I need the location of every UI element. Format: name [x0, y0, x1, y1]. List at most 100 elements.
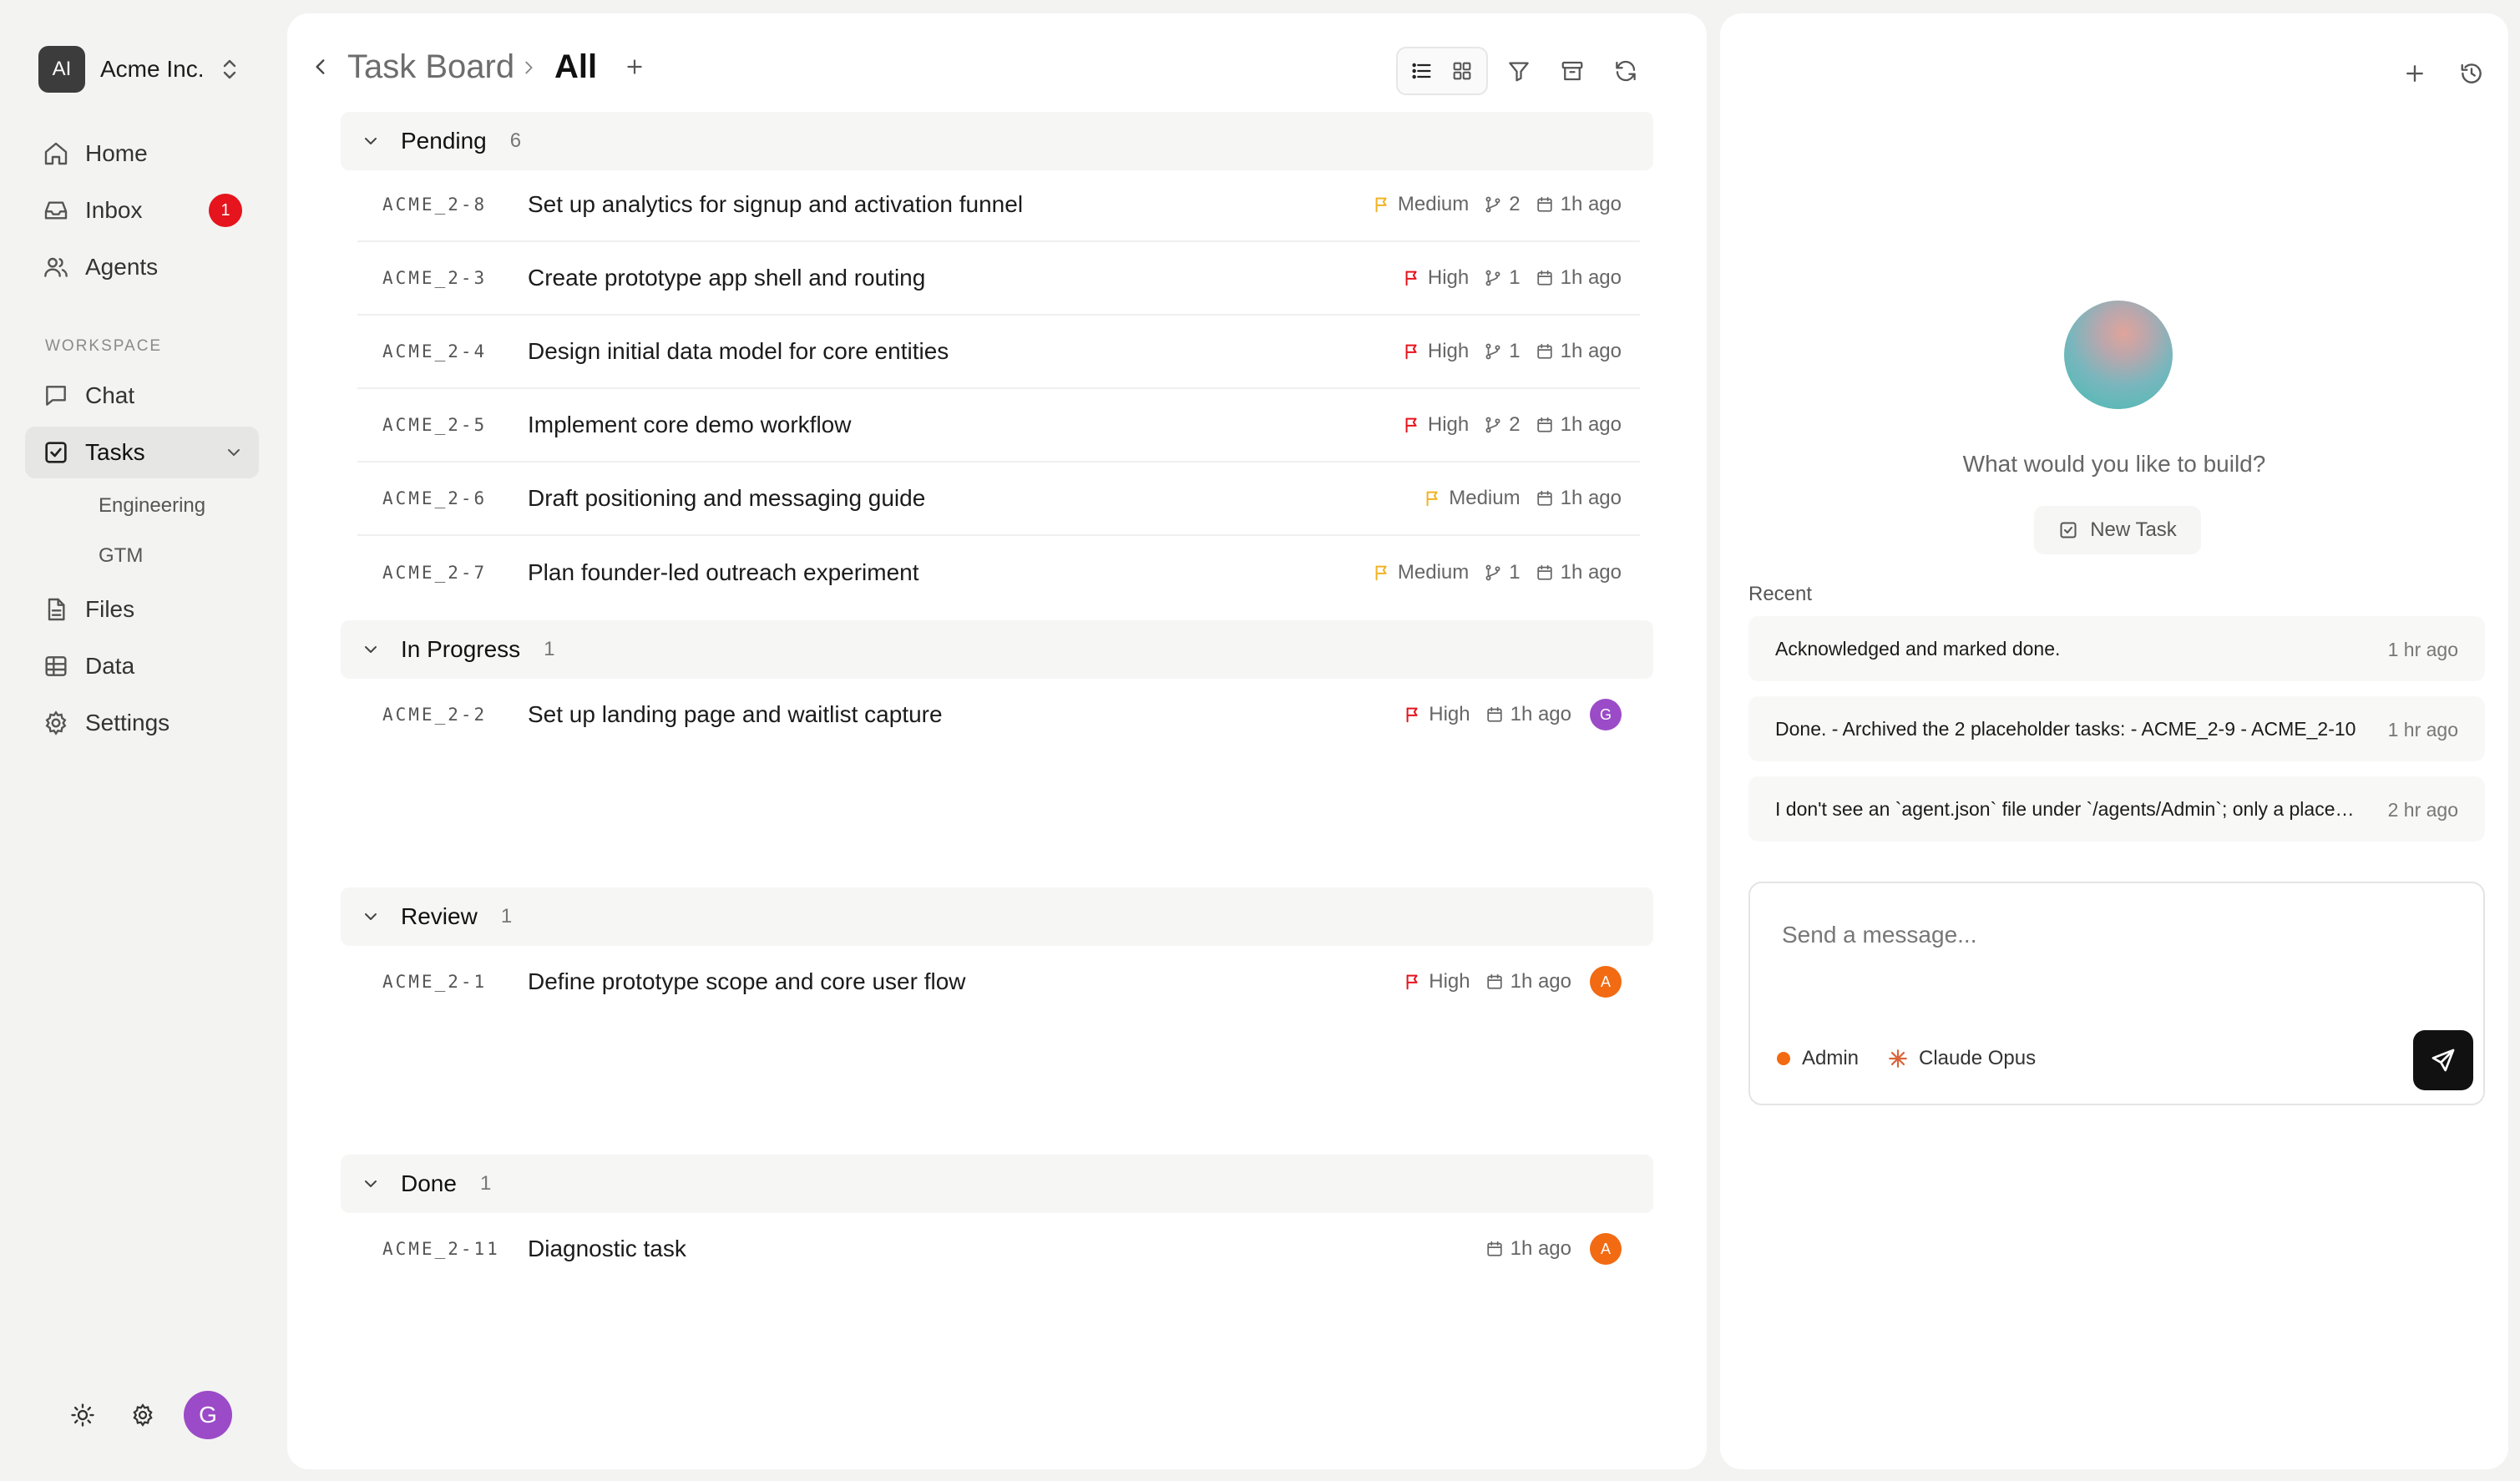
branch-count: 1 [1484, 340, 1521, 363]
group-header-done[interactable]: Done 1 [341, 1155, 1653, 1213]
task-row[interactable]: ACME_2-11 Diagnostic task 1h ago A [357, 1212, 1640, 1286]
assignee-avatar[interactable]: A [1590, 1233, 1622, 1265]
task-title: Set up landing page and waitlist capture [528, 701, 943, 727]
priority-label: Medium [1397, 561, 1470, 584]
task-row[interactable]: ACME_2-1 Define prototype scope and core… [357, 945, 1640, 1019]
group-header-pending[interactable]: Pending 6 [341, 112, 1653, 170]
priority: Medium [1424, 487, 1521, 510]
branch-count-value: 1 [1509, 340, 1521, 362]
grid-view-button[interactable] [1445, 54, 1479, 88]
calendar-icon [1485, 705, 1510, 724]
workspace-section-label: WORKSPACE [45, 337, 163, 355]
nav-settings[interactable]: Settings [25, 697, 259, 749]
task-id: ACME_2-7 [382, 563, 488, 583]
list-view-button[interactable] [1405, 54, 1439, 88]
updated-time: 1h ago [1536, 193, 1622, 216]
task-row[interactable]: ACME_2-2 Set up landing page and waitlis… [357, 678, 1640, 751]
filter-button[interactable] [1501, 53, 1536, 88]
task-row[interactable]: ACME_2-7 Plan founder-led outreach exper… [357, 536, 1640, 609]
model-selector[interactable]: Claude Opus [1887, 1047, 2036, 1070]
grid-icon [1450, 59, 1474, 83]
task-id: ACME_2-1 [382, 972, 488, 992]
recent-time: 1 hr ago [2387, 639, 2458, 660]
recent-conversation[interactable]: Done. - Archived the 2 placeholder tasks… [1748, 696, 2485, 761]
task-row[interactable]: ACME_2-5 Implement core demo workflow Hi… [357, 389, 1640, 462]
recent-text: Acknowledged and marked done. [1775, 638, 2061, 660]
theme-toggle-button[interactable] [63, 1396, 102, 1434]
nav-chat[interactable]: Chat [25, 370, 259, 422]
nav-files-label: Files [85, 596, 135, 622]
model-label: Claude Opus [1919, 1047, 2037, 1069]
archive-icon [1560, 58, 1585, 83]
priority: High [1404, 703, 1470, 726]
priority-label: High [1427, 266, 1470, 289]
back-button[interactable] [306, 52, 336, 82]
task-meta: High 1h ago A [1389, 965, 1622, 998]
task-row[interactable]: ACME_2-8 Set up analytics for signup and… [357, 169, 1640, 242]
chevron-down-icon[interactable] [224, 442, 244, 462]
org-switcher[interactable]: AI Acme Inc. [38, 45, 239, 94]
user-avatar[interactable]: G [184, 1391, 232, 1439]
new-task-button[interactable]: New Task [2034, 506, 2201, 554]
assistant-panel: What would you like to build? New Task R… [1720, 13, 2508, 1469]
priority: High [1404, 970, 1470, 993]
recent-label: Recent [1748, 583, 1813, 605]
group-header-review[interactable]: Review 1 [341, 887, 1653, 946]
task-meta: High 1h ago G [1389, 698, 1622, 731]
updated-time-value: 1h ago [1560, 487, 1622, 509]
task-row[interactable]: ACME_2-6 Draft positioning and messaging… [357, 462, 1640, 536]
nav-inbox[interactable]: Inbox 1 [25, 184, 259, 236]
send-icon [2430, 1047, 2457, 1074]
task-row[interactable]: ACME_2-3 Create prototype app shell and … [357, 242, 1640, 316]
group-header-in-progress[interactable]: In Progress 1 [341, 620, 1653, 679]
updated-time-value: 1h ago [1510, 703, 1571, 725]
assignee-avatar[interactable]: G [1590, 699, 1622, 730]
recent-text: Done. - Archived the 2 placeholder tasks… [1775, 718, 2356, 740]
recent-conversation[interactable]: I don't see an `agent.json` file under `… [1748, 776, 2485, 842]
breadcrumb-task-board[interactable]: Task Board [347, 48, 514, 86]
history-button[interactable] [2453, 55, 2490, 92]
chevron-down-icon [361, 639, 381, 660]
add-view-button[interactable] [620, 52, 650, 82]
nav-tasks-gtm[interactable]: GTM [83, 537, 250, 575]
checkbox-icon [42, 438, 70, 467]
task-title: Create prototype app shell and routing [528, 265, 926, 291]
nav-tasks-engineering[interactable]: Engineering [83, 487, 250, 525]
refresh-icon [1613, 58, 1638, 83]
recent-time: 2 hr ago [2387, 799, 2458, 821]
home-icon [42, 139, 70, 168]
updated-time: 1h ago [1485, 703, 1571, 726]
send-button[interactable] [2413, 1030, 2473, 1090]
nav-agents-label: Agents [85, 254, 159, 280]
task-title: Plan founder-led outreach experiment [528, 559, 919, 585]
sun-icon [70, 1403, 95, 1428]
branch-icon [1484, 416, 1509, 434]
nav-home[interactable]: Home [25, 128, 259, 179]
nav-tasks[interactable]: Tasks [25, 427, 259, 478]
assignee-avatar[interactable]: A [1590, 966, 1622, 998]
archive-button[interactable] [1555, 53, 1590, 88]
group-title: In Progress [401, 636, 521, 662]
sidebar-footer: G [63, 1391, 232, 1439]
agent-status-dot [1777, 1052, 1790, 1065]
settings-button[interactable] [124, 1396, 162, 1434]
message-input[interactable] [1782, 922, 2433, 948]
branch-count-value: 1 [1509, 561, 1521, 584]
agent-selector[interactable]: Admin [1777, 1047, 1859, 1070]
sidebar: AI Acme Inc. Home Inbox 1 Agents WORKSPA… [0, 0, 281, 1481]
task-row[interactable]: ACME_2-4 Design initial data model for c… [357, 316, 1640, 389]
list-icon [1410, 59, 1434, 83]
recent-conversation[interactable]: Acknowledged and marked done. 1 hr ago [1748, 616, 2485, 681]
nav-data[interactable]: Data [25, 640, 259, 692]
task-id: ACME_2-5 [382, 415, 488, 435]
calendar-icon [1536, 269, 1561, 287]
calendar-icon [1485, 973, 1510, 991]
nav-files[interactable]: Files [25, 584, 259, 635]
branch-count: 2 [1484, 193, 1521, 216]
priority: High [1403, 266, 1469, 290]
nav-agents[interactable]: Agents [25, 241, 259, 293]
refresh-button[interactable] [1608, 53, 1643, 88]
flag-icon [1373, 563, 1398, 583]
priority: Medium [1373, 193, 1469, 216]
new-chat-button[interactable] [2396, 55, 2433, 92]
